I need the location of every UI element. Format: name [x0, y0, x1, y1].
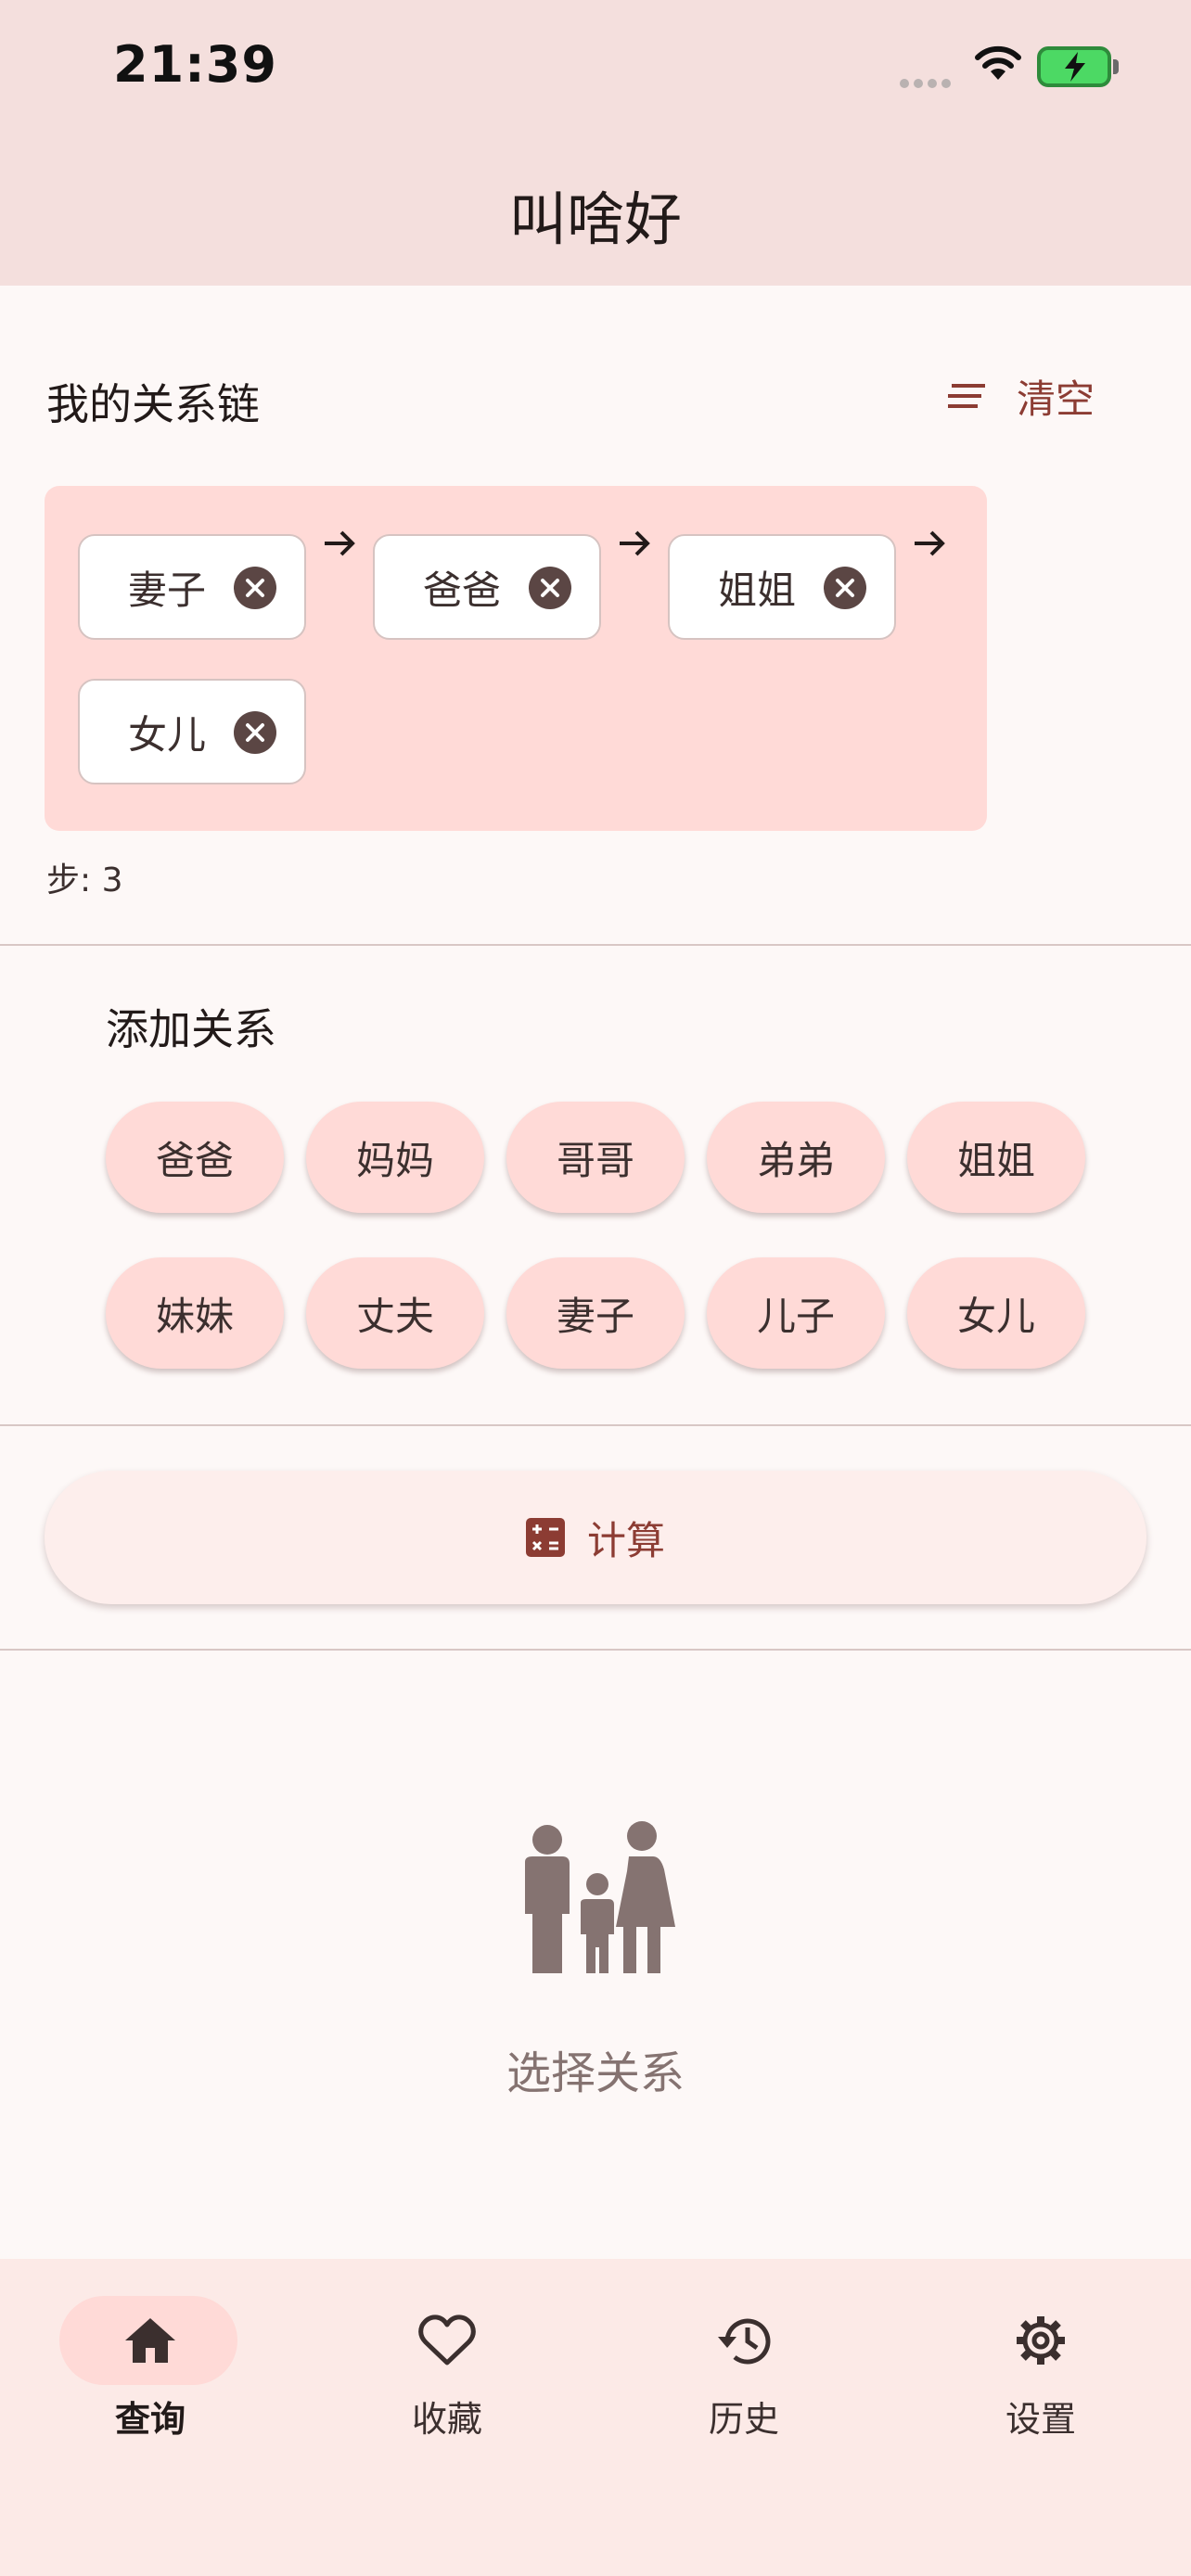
divider: [0, 1424, 1191, 1426]
relation-option-button[interactable]: 女儿: [907, 1257, 1085, 1369]
relation-option-button[interactable]: 爸爸: [106, 1102, 284, 1213]
chain-chip-label: 姐姐: [718, 567, 797, 613]
calculate-button[interactable]: 计算: [45, 1471, 1146, 1604]
battery-cap: [1113, 59, 1119, 74]
relation-option-button[interactable]: 妹妹: [106, 1257, 284, 1369]
gear-icon: [1017, 2316, 1065, 2365]
nav-label: 历史: [708, 2399, 779, 2440]
remove-chip-icon[interactable]: [529, 567, 571, 609]
nav-label: 设置: [1005, 2399, 1076, 2440]
relation-option-button[interactable]: 丈夫: [306, 1257, 484, 1369]
empty-state-text: 选择关系: [506, 2047, 685, 2099]
step-count: 步: 3: [46, 861, 123, 899]
relation-option-button[interactable]: 妻子: [506, 1257, 685, 1369]
relation-option-button[interactable]: 儿子: [707, 1257, 885, 1369]
cellular-signal-icon: [900, 74, 955, 92]
relation-chain-box: 妻子 爸爸 姐姐 女儿: [45, 486, 987, 831]
page-title: 叫啥好: [508, 185, 682, 253]
heart-icon: [418, 2315, 476, 2366]
remove-chip-icon[interactable]: [824, 567, 866, 609]
nav-label: 查询: [114, 2399, 186, 2440]
chain-chip[interactable]: 爸爸: [373, 534, 601, 640]
nav-item-query[interactable]: 查询: [58, 2296, 243, 2442]
nav-label: 收藏: [411, 2399, 482, 2440]
history-icon: [718, 2318, 771, 2365]
relation-option-button[interactable]: 妈妈: [306, 1102, 484, 1213]
status-time: 21:39: [113, 35, 277, 94]
family-icon: [525, 1821, 675, 1973]
wifi-icon: [970, 43, 1026, 87]
relation-option-button[interactable]: 姐姐: [907, 1102, 1085, 1213]
arrow-right-icon: [915, 530, 945, 556]
chain-chip-label: 爸爸: [423, 567, 502, 613]
calculator-icon: [525, 1518, 565, 1557]
arrow-right-icon: [620, 530, 650, 556]
add-relation-title: 添加关系: [106, 1004, 276, 1054]
relation-option-button[interactable]: 弟弟: [707, 1102, 885, 1213]
clear-label: 清空: [1017, 376, 1095, 422]
nav-item-settings[interactable]: 设置: [948, 2296, 1133, 2442]
clear-all-icon: [948, 384, 985, 408]
chain-chip-label: 妻子: [128, 567, 207, 613]
relation-option-button[interactable]: 哥哥: [506, 1102, 685, 1213]
chain-chip[interactable]: 女儿: [78, 679, 306, 784]
nav-item-history[interactable]: 历史: [651, 2296, 837, 2442]
chain-chip[interactable]: 妻子: [78, 534, 306, 640]
divider: [0, 944, 1191, 946]
nav-item-favorites[interactable]: 收藏: [354, 2296, 540, 2442]
remove-chip-icon[interactable]: [234, 567, 276, 609]
battery-icon: [1037, 46, 1111, 87]
calculate-label: 计算: [586, 1517, 665, 1563]
home-icon: [125, 2318, 175, 2363]
arrow-right-icon: [325, 530, 355, 556]
remove-chip-icon[interactable]: [234, 711, 276, 754]
chain-chip[interactable]: 姐姐: [668, 534, 896, 640]
chain-section-title: 我的关系链: [46, 379, 260, 429]
chain-chip-label: 女儿: [128, 711, 207, 758]
divider: [0, 1649, 1191, 1651]
clear-button[interactable]: 清空: [948, 363, 1095, 428]
